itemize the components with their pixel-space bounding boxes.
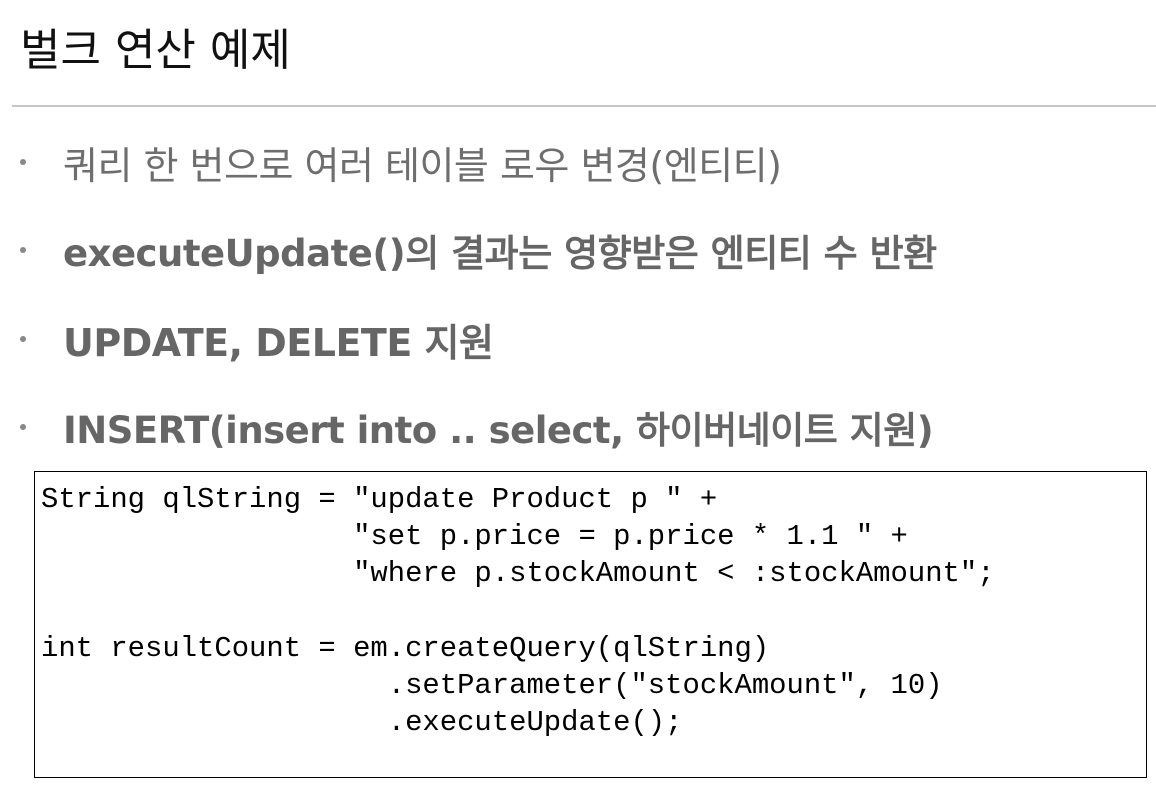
bullet-item: 쿼리 한 번으로 여러 테이블 로우 변경(엔티티) — [0, 134, 1150, 190]
bullet-dot-icon — [20, 336, 26, 342]
bullet-text: 쿼리 한 번으로 여러 테이블 로우 변경(엔티티) — [63, 143, 782, 188]
code-line: "where p.stockAmount < :stockAmount"; — [41, 557, 995, 591]
bullet-dot-icon — [20, 247, 26, 253]
title-divider — [12, 105, 1156, 107]
bullet-text: UPDATE, DELETE 지원 — [63, 320, 494, 365]
code-listing: String qlString = "update Product p " + … — [41, 481, 995, 741]
code-line: .executeUpdate(); — [41, 706, 683, 740]
bullet-dot-icon — [20, 159, 26, 165]
bullet-text: INSERT(insert into .. select, 하이버네이트 지원) — [63, 409, 934, 452]
bullet-text: executeUpdate()의 결과는 영향받은 엔티티 수 반환 — [63, 232, 937, 275]
bullet-item: executeUpdate()의 결과는 영향받은 엔티티 수 반환 — [0, 222, 1150, 278]
code-line: int resultCount = em.createQuery(qlStrin… — [41, 631, 770, 665]
bullet-dot-icon — [20, 424, 26, 430]
code-line: String qlString = "update Product p " + — [41, 483, 718, 516]
code-line: .setParameter("stockAmount", 10) — [41, 668, 943, 702]
code-block: String qlString = "update Product p " + … — [34, 471, 1147, 778]
code-line: "set p.price = p.price * 1.1 " + — [41, 520, 908, 554]
bullet-item: INSERT(insert into .. select, 하이버네이트 지원) — [0, 399, 1150, 455]
bullet-item: UPDATE, DELETE 지원 — [0, 311, 1150, 367]
slide-title: 벌크 연산 예제 — [20, 25, 291, 76]
